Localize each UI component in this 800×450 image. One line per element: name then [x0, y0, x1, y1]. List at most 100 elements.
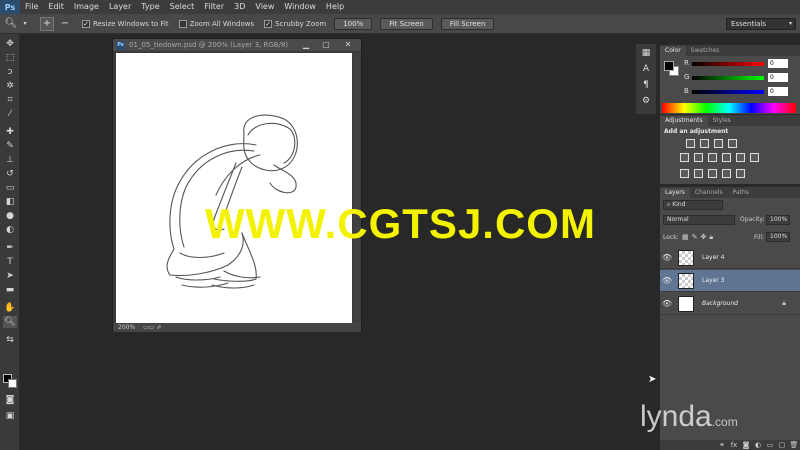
menu-edit[interactable]: Edit — [43, 0, 69, 14]
zoom-tool-icon[interactable]: 🔍︎ — [3, 316, 17, 328]
tab-channels[interactable]: Channels — [690, 188, 728, 198]
quick-mask-icon[interactable]: ◙ — [3, 394, 17, 406]
zoom-level[interactable]: 200% — [118, 324, 135, 331]
trash-icon[interactable]: 🗑︎ — [788, 441, 800, 449]
selective-color-icon[interactable] — [736, 169, 745, 178]
blur-tool-icon[interactable]: ● — [3, 210, 17, 222]
zoom-all-checkbox[interactable]: Zoom All Windows — [178, 19, 254, 28]
background-color-swatch[interactable] — [8, 379, 17, 388]
vibrance-icon[interactable] — [680, 153, 689, 162]
layer-row[interactable]: 👁︎ Layer 4 — [660, 247, 800, 269]
photo-filter-icon[interactable] — [736, 153, 745, 162]
gradient-tool-icon[interactable]: ◧ — [3, 196, 17, 208]
menu-filter[interactable]: Filter — [199, 0, 229, 14]
hue-saturation-icon[interactable] — [694, 153, 703, 162]
character-panel-icon[interactable]: A — [640, 64, 652, 76]
history-brush-icon[interactable]: ↺ — [3, 168, 17, 180]
resize-windows-checkbox[interactable]: ✓ Resize Windows to Fit — [82, 19, 169, 28]
red-slider[interactable] — [692, 62, 764, 66]
eraser-tool-icon[interactable]: ▭ — [3, 182, 17, 194]
curves-icon[interactable] — [714, 139, 723, 148]
tab-layers[interactable]: Layers — [660, 188, 690, 198]
folder-icon[interactable]: ▭ — [764, 441, 776, 449]
green-slider[interactable] — [692, 76, 764, 80]
history-panel-icon[interactable]: ▦ — [640, 48, 652, 60]
menu-help[interactable]: Help — [321, 0, 349, 14]
status-icon[interactable]: ▭▭ ⇗ — [143, 324, 161, 331]
screen-mode-icon[interactable]: ▣ — [3, 410, 17, 422]
layer-row-selected[interactable]: 👁︎ Layer 3 — [660, 270, 800, 292]
menu-layer[interactable]: Layer — [104, 0, 136, 14]
eye-icon[interactable]: 👁︎ — [660, 276, 674, 285]
blend-mode-select[interactable]: Normal — [663, 215, 735, 225]
zoom-tool-icon[interactable]: 🔍︎ — [4, 17, 18, 31]
tab-adjustments[interactable]: Adjustments — [660, 116, 708, 126]
filter-kind-select[interactable]: ⌕ Kind — [663, 200, 723, 210]
exposure-icon[interactable] — [728, 139, 737, 148]
hand-tool-icon[interactable]: ✋ — [3, 302, 17, 314]
red-value-input[interactable]: 0 — [768, 59, 788, 68]
scrubby-zoom-checkbox[interactable]: ✓ Scrubby Zoom — [264, 19, 326, 28]
fit-screen-button[interactable]: Fit Screen — [380, 17, 433, 30]
adjustment-layer-icon[interactable]: ◐ — [752, 441, 764, 449]
stamp-tool-icon[interactable]: ⊥ — [3, 154, 17, 166]
black-white-icon[interactable] — [722, 153, 731, 162]
blue-slider[interactable] — [692, 90, 764, 94]
zoom-in-icon[interactable]: + — [40, 16, 54, 31]
eye-icon[interactable]: 👁︎ — [660, 299, 674, 308]
menu-select[interactable]: Select — [165, 0, 200, 14]
menu-image[interactable]: Image — [69, 0, 104, 14]
zoom-out-icon[interactable]: − — [58, 17, 72, 31]
document-scrollbar[interactable] — [353, 53, 361, 323]
mask-icon[interactable]: ◙ — [740, 441, 752, 449]
move-tool-icon[interactable]: ✥ — [3, 38, 17, 50]
color-spectrum[interactable] — [662, 103, 796, 113]
menu-view[interactable]: View — [250, 0, 279, 14]
new-layer-icon[interactable]: ▢ — [776, 441, 788, 449]
opacity-input[interactable]: 100% — [766, 215, 790, 225]
layer-row[interactable]: 👁︎ Background 🔒︎ — [660, 293, 800, 315]
marquee-tool-icon[interactable]: ⬚ — [3, 52, 17, 64]
tab-paths[interactable]: Paths — [728, 188, 754, 198]
tab-swatches[interactable]: Swatches — [686, 46, 725, 56]
tab-color[interactable]: Color — [660, 46, 686, 56]
eyedropper-tool-icon[interactable]: ⁄ — [3, 108, 17, 120]
paragraph-panel-icon[interactable]: ¶ — [640, 80, 652, 92]
minimize-icon[interactable]: ▁ — [299, 40, 313, 50]
quick-select-tool-icon[interactable]: ✲ — [3, 80, 17, 92]
chevron-down-icon[interactable]: ▾ — [18, 17, 32, 31]
brush-tool-icon[interactable]: ✎ — [3, 140, 17, 152]
link-icon[interactable]: ⚭ — [716, 441, 728, 449]
lock-options-icon[interactable]: ▦✎✥🔒︎ — [682, 233, 716, 242]
channel-mixer-icon[interactable] — [750, 153, 759, 162]
levels-icon[interactable] — [700, 139, 709, 148]
pen-tool-icon[interactable]: ✒ — [3, 242, 17, 254]
blue-value-input[interactable]: 0 — [768, 87, 788, 96]
menu-3d[interactable]: 3D — [229, 0, 250, 14]
foreground-color-swatch[interactable] — [664, 61, 674, 71]
tool-presets-icon[interactable]: ⚙ — [640, 96, 652, 108]
fill-screen-button[interactable]: Fill Screen — [440, 17, 495, 30]
workspace-select[interactable]: Essentials ▾ — [726, 18, 796, 30]
menu-file[interactable]: File — [20, 0, 43, 14]
path-select-icon[interactable]: ➤ — [3, 270, 17, 282]
document-titlebar[interactable]: Ps 01_05_tiedown.psd @ 200% (Layer 3, RG… — [113, 39, 361, 51]
canvas[interactable] — [116, 53, 352, 323]
brightness-icon[interactable] — [686, 139, 695, 148]
healing-tool-icon[interactable]: ✚ — [3, 126, 17, 138]
menu-window[interactable]: Window — [279, 0, 321, 14]
fill-input[interactable]: 100% — [766, 232, 790, 242]
type-tool-icon[interactable]: T — [3, 256, 17, 268]
color-balance-icon[interactable] — [708, 153, 717, 162]
maximize-icon[interactable]: ▢ — [319, 40, 333, 50]
crop-tool-icon[interactable]: ⌗ — [3, 94, 17, 106]
swap-colors-icon[interactable]: ⇆ — [3, 334, 17, 346]
gradient-map-icon[interactable] — [722, 169, 731, 178]
posterize-icon[interactable] — [694, 169, 703, 178]
green-value-input[interactable]: 0 — [768, 73, 788, 82]
zoom-100-button[interactable]: 100% — [334, 17, 373, 30]
tab-styles[interactable]: Styles — [708, 116, 736, 126]
close-icon[interactable]: ✕ — [341, 40, 355, 50]
menu-type[interactable]: Type — [136, 0, 164, 14]
fx-icon[interactable]: fx — [728, 441, 740, 449]
